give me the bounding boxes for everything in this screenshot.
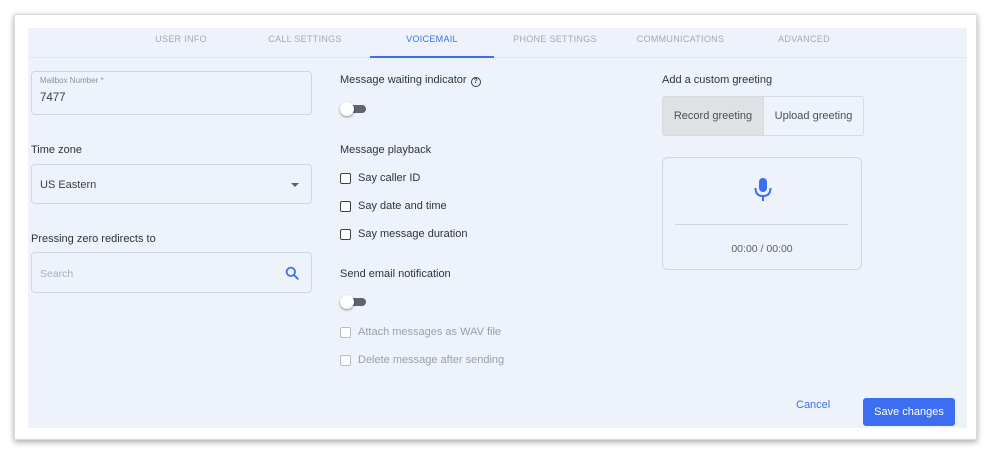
time-zone-label: Time zone (31, 144, 82, 156)
tab-phone-settings[interactable]: PHONE SETTINGS (507, 28, 603, 58)
email-notification-toggle[interactable] (340, 295, 368, 309)
toggle-thumb (340, 295, 354, 309)
zero-redirect-search-field[interactable]: Search (31, 252, 312, 293)
time-zone-value: US Eastern (40, 179, 97, 191)
say-date-time-option[interactable]: Say date and time (340, 198, 447, 214)
save-changes-button[interactable]: Save changes (863, 398, 955, 426)
mailbox-number-label: Mailbox Number * (40, 76, 104, 85)
tab-user-info[interactable]: USER INFO (141, 28, 221, 58)
say-duration-label: Say message duration (358, 228, 468, 240)
record-greeting-tab[interactable]: Record greeting (663, 97, 764, 135)
greeting-mode-switch: Record greeting Upload greeting (662, 96, 864, 136)
say-duration-checkbox[interactable] (340, 228, 351, 240)
search-placeholder: Search (40, 268, 74, 280)
tab-call-settings[interactable]: CALL SETTINGS (260, 28, 350, 58)
say-date-time-checkbox[interactable] (340, 200, 351, 212)
mwi-label: Message waiting indicator (340, 74, 467, 86)
toggle-thumb (340, 102, 354, 116)
say-duration-option[interactable]: Say message duration (340, 226, 467, 242)
email-notification-heading: Send email notification (340, 268, 451, 280)
greeting-recorder: 00:00 / 00:00 (662, 157, 862, 270)
say-date-time-label: Say date and time (358, 200, 447, 212)
tab-advanced[interactable]: ADVANCED (766, 28, 842, 58)
chevron-down-icon (291, 183, 299, 187)
say-caller-id-label: Say caller ID (358, 172, 421, 184)
delete-after-send-option[interactable]: Delete message after sending (340, 352, 504, 368)
say-caller-id-option[interactable]: Say caller ID (340, 170, 420, 186)
mailbox-number-field[interactable]: Mailbox Number * 7477 (31, 71, 312, 115)
recording-progress-line (675, 224, 848, 225)
mwi-heading: Message waiting indicator? (340, 74, 481, 87)
delete-after-send-label: Delete message after sending (358, 354, 505, 366)
voicemail-settings-panel: USER INFO CALL SETTINGS VOICEMAIL PHONE … (28, 28, 967, 428)
tab-communications[interactable]: COMMUNICATIONS (628, 28, 733, 58)
recording-time: 00:00 / 00:00 (731, 243, 793, 255)
microphone-icon[interactable] (752, 176, 774, 204)
say-caller-id-checkbox[interactable] (340, 172, 351, 184)
mailbox-number-value: 7477 (40, 92, 66, 104)
zero-redirect-label: Pressing zero redirects to (31, 233, 156, 245)
attach-wav-checkbox[interactable] (340, 326, 351, 338)
help-circle-icon[interactable]: ? (470, 77, 481, 87)
delete-after-send-checkbox[interactable] (340, 354, 351, 366)
cancel-button[interactable]: Cancel (796, 399, 830, 411)
upload-greeting-tab[interactable]: Upload greeting (764, 97, 863, 135)
time-zone-select[interactable]: US Eastern (31, 164, 312, 204)
search-icon[interactable] (285, 266, 299, 280)
mwi-toggle[interactable] (340, 102, 368, 116)
tab-voicemail[interactable]: VOICEMAIL (390, 28, 474, 58)
playback-heading: Message playback (340, 144, 432, 156)
custom-greeting-heading: Add a custom greeting (662, 74, 773, 86)
attach-wav-label: Attach messages as WAV file (358, 326, 502, 338)
settings-tabs: USER INFO CALL SETTINGS VOICEMAIL PHONE … (28, 28, 967, 58)
active-tab-indicator (370, 56, 494, 58)
attach-wav-option[interactable]: Attach messages as WAV file (340, 324, 501, 340)
